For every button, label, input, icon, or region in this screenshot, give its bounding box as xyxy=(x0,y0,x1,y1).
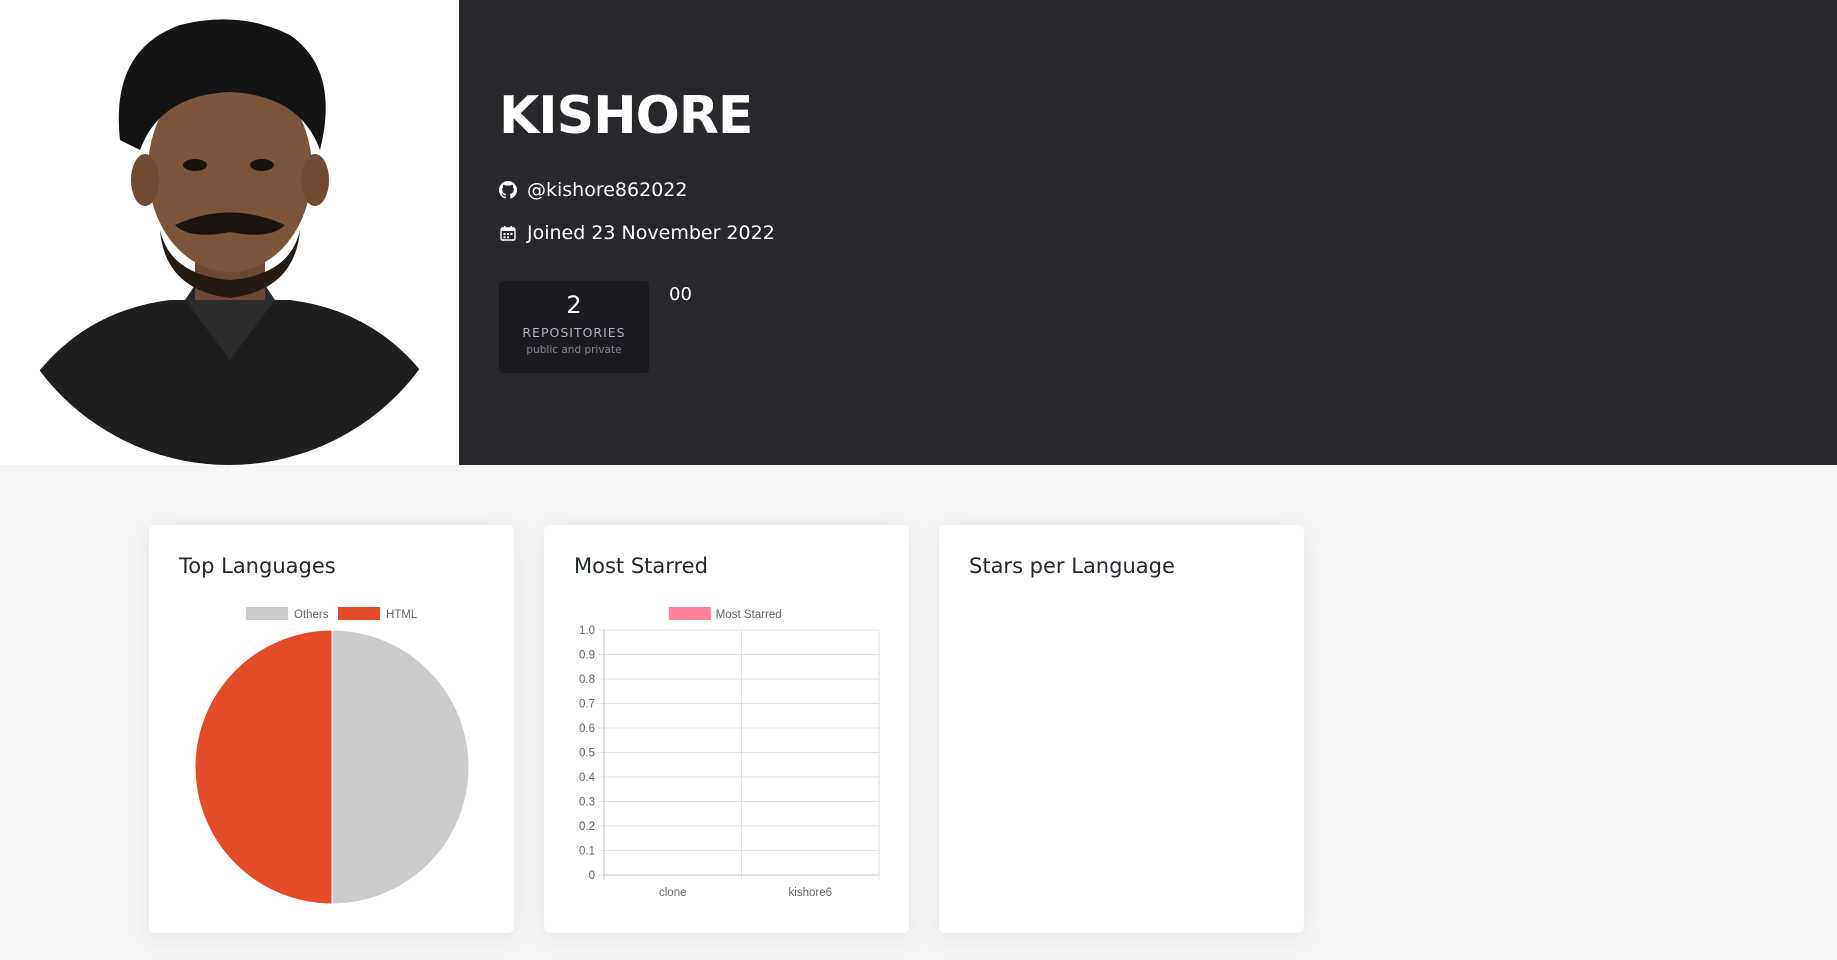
y-tick-label: 0.7 xyxy=(579,699,595,711)
legend-swatch xyxy=(246,607,288,620)
profile-header: KISHORE @kishore862022 Joined 23 Novembe… xyxy=(0,0,1837,465)
legend-swatch xyxy=(668,607,711,620)
joined-row: Joined 23 November 2022 xyxy=(499,222,775,244)
repositories-stat: 2 REPOSITORIES public and private xyxy=(499,281,649,373)
y-tick-label: 1.0 xyxy=(579,625,595,637)
x-tick-label: kishore6 xyxy=(789,887,832,899)
y-tick-label: 0.8 xyxy=(579,674,595,686)
y-tick-label: 0 xyxy=(589,870,595,882)
legend-label: HTML xyxy=(386,609,418,621)
repositories-count: 2 xyxy=(566,291,582,319)
calendar-icon xyxy=(499,224,517,242)
pie-slice-others xyxy=(331,629,470,905)
profile-name: KISHORE xyxy=(499,86,753,146)
stars-per-language-card: Stars per Language xyxy=(939,525,1304,933)
joined-text: Joined 23 November 2022 xyxy=(527,222,775,244)
pie-slice-html xyxy=(194,629,333,905)
x-tick-label: clone xyxy=(659,887,687,899)
most-starred-chart: Most Starred 1.0 0.9 0.8 0.7 0.6 0.5 0.4 0.3 0.2 0… xyxy=(579,607,880,899)
y-tick-label: 0.2 xyxy=(579,821,595,833)
username-text[interactable]: @kishore862022 xyxy=(527,179,687,201)
legend-label: Most Starred xyxy=(716,609,782,621)
top-languages-chart: Others HTML xyxy=(194,607,470,905)
y-tick-label: 0.5 xyxy=(579,748,595,760)
most-starred-card: Most Starred Most Starred 1.0 0.9 0.8 0.7 0.6… xyxy=(544,525,909,933)
legend-swatch xyxy=(338,607,380,620)
repositories-label: REPOSITORIES xyxy=(522,325,626,340)
extra-stat-value: 00 xyxy=(669,284,692,305)
y-tick-label: 0.3 xyxy=(579,797,595,809)
y-tick-label: 0.6 xyxy=(579,723,595,735)
card-title: Stars per Language xyxy=(969,554,1175,578)
y-tick-label: 0.9 xyxy=(579,650,595,662)
avatar-photo xyxy=(0,0,459,465)
top-languages-card: Top Languages Others HTML xyxy=(149,525,514,933)
avatar xyxy=(0,0,459,465)
legend-label: Others xyxy=(294,609,329,621)
github-icon xyxy=(499,181,517,199)
y-tick-label: 0.4 xyxy=(579,772,596,784)
username-row[interactable]: @kishore862022 xyxy=(499,179,687,201)
y-tick-label: 0.1 xyxy=(579,846,595,858)
repositories-sublabel: public and private xyxy=(526,344,622,356)
